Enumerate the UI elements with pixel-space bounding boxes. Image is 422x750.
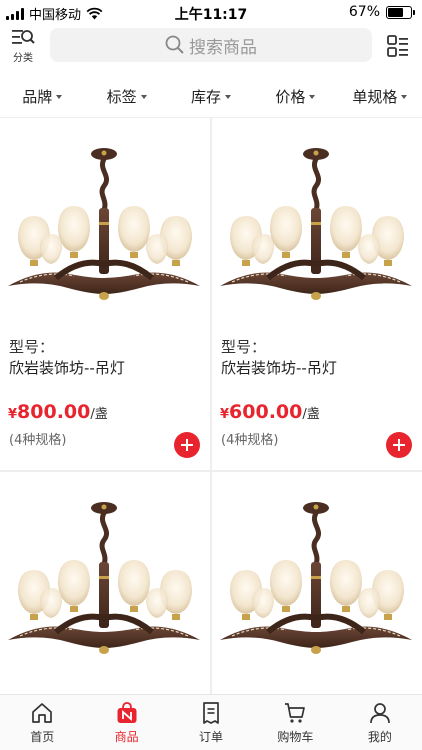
tab-goods[interactable]: 商品	[84, 695, 168, 750]
product-card[interactable]: 型号： 欣岩装饰坊--吊灯 ¥800.00/盏 (4种规格)	[0, 118, 210, 470]
status-bar: 中国移动 上午11:17 67%	[0, 0, 422, 24]
filter-single-spec[interactable]: 单规格	[338, 86, 422, 107]
product-spec-count: (4种规格)	[221, 433, 279, 448]
order-icon	[203, 702, 219, 724]
battery-fill	[388, 7, 403, 17]
price-unit: /盏	[90, 407, 108, 422]
product-model-label: 型号：	[221, 338, 267, 356]
plus-icon	[181, 439, 193, 451]
tab-me[interactable]: 我的	[338, 695, 422, 750]
filter-label: 库存	[191, 88, 222, 106]
price-unit: /盏	[302, 407, 320, 422]
product-price: ¥800.00/盏	[8, 401, 108, 423]
filter-price[interactable]: 价格	[253, 86, 337, 107]
category-label: 分类	[13, 53, 33, 64]
caret-down-icon	[225, 94, 232, 99]
tab-label: 商品	[114, 730, 139, 744]
filter-label: 价格	[275, 88, 306, 106]
search-input[interactable]: 搜索商品	[50, 28, 372, 62]
caret-down-icon	[56, 94, 63, 99]
user-icon	[369, 703, 390, 724]
tab-label: 订单	[199, 730, 224, 744]
chandelier-picture	[8, 502, 200, 654]
filter-stock[interactable]: 库存	[169, 86, 253, 107]
filter-label: 品牌	[22, 88, 53, 106]
chandelier-picture	[220, 148, 412, 300]
product-name: 欣岩装饰坊--吊灯	[9, 359, 125, 377]
goods-bag-icon	[117, 702, 137, 723]
tab-cart[interactable]: 购物车	[253, 695, 337, 750]
cart-icon	[285, 703, 306, 723]
price-value: 800.00	[17, 401, 91, 423]
tab-home[interactable]: 首页	[0, 695, 84, 750]
caret-down-icon	[140, 94, 147, 99]
filter-brand[interactable]: 品牌	[0, 86, 84, 107]
currency-symbol: ¥	[8, 407, 18, 422]
search-placeholder: 搜索商品	[189, 37, 257, 58]
category-button[interactable]: 分类	[8, 28, 38, 64]
caret-down-icon	[401, 94, 408, 99]
tab-label: 我的	[367, 730, 392, 744]
tab-orders[interactable]: 订单	[169, 695, 253, 750]
product-spec-count: (4种规格)	[9, 433, 67, 448]
add-to-cart-button[interactable]	[174, 432, 200, 458]
chandelier-image	[212, 118, 422, 328]
filter-bar: 品牌 标签 库存 价格 单规格	[0, 76, 422, 118]
price-value: 600.00	[229, 401, 303, 423]
add-to-cart-button[interactable]	[386, 432, 412, 458]
layout-toggle-icon[interactable]	[386, 34, 410, 58]
search-icon	[165, 35, 184, 54]
product-card[interactable]	[0, 472, 210, 694]
status-right: 67%	[348, 4, 415, 20]
tab-bar: 首页 商品 订单 购物车 我的	[0, 694, 422, 750]
filter-label: 单规格	[352, 88, 398, 106]
chandelier-image	[0, 118, 210, 328]
caret-down-icon	[309, 94, 316, 99]
battery-percent: 67%	[348, 4, 380, 20]
chandelier-picture	[220, 502, 412, 654]
chandelier-image	[212, 472, 422, 682]
currency-symbol: ¥	[220, 407, 230, 422]
product-card[interactable]: 型号： 欣岩装饰坊--吊灯 ¥600.00/盏 (4种规格)	[212, 118, 422, 470]
home-icon	[32, 703, 53, 723]
header: 分类 搜索商品	[0, 26, 422, 66]
filter-label: 标签	[106, 88, 137, 106]
product-name: 欣岩装饰坊--吊灯	[221, 359, 337, 377]
chandelier-image	[0, 472, 210, 682]
battery-icon	[386, 5, 415, 19]
product-card[interactable]	[212, 472, 422, 694]
chandelier-picture	[8, 148, 200, 300]
category-list-search-icon	[12, 30, 35, 44]
tab-label: 购物车	[277, 730, 314, 744]
tab-label: 首页	[30, 730, 55, 744]
plus-icon	[393, 439, 405, 451]
filter-tag[interactable]: 标签	[84, 86, 168, 107]
product-model-label: 型号：	[9, 338, 55, 356]
product-grid: 型号： 欣岩装饰坊--吊灯 ¥800.00/盏 (4种规格) 型号： 欣岩装饰坊…	[0, 118, 422, 694]
product-price: ¥600.00/盏	[220, 401, 320, 423]
